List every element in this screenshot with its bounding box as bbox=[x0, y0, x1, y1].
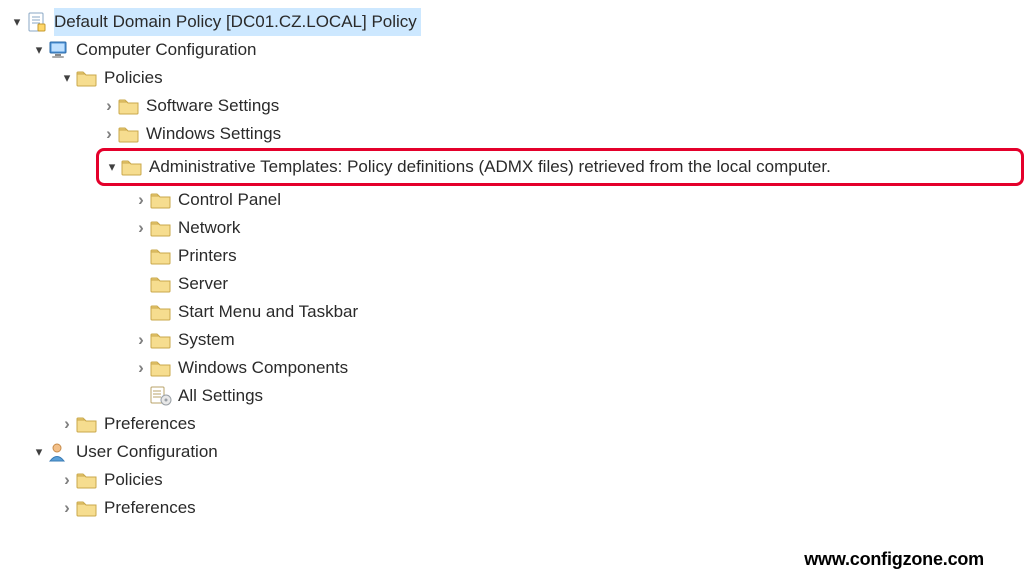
tree-label: Start Menu and Taskbar bbox=[178, 298, 362, 326]
expand-toggle[interactable] bbox=[132, 326, 150, 355]
folder-icon bbox=[150, 329, 172, 351]
policy-document-icon bbox=[26, 11, 48, 33]
computer-icon bbox=[48, 39, 70, 61]
tree-label: User Configuration bbox=[76, 438, 222, 466]
tree-item-preferences-user[interactable]: Preferences bbox=[8, 494, 1024, 522]
tree-label: System bbox=[178, 326, 239, 354]
expand-toggle[interactable] bbox=[100, 120, 118, 149]
tree-item-printers[interactable]: Printers bbox=[8, 242, 1024, 270]
expand-toggle[interactable] bbox=[132, 382, 150, 410]
folder-icon bbox=[121, 156, 143, 178]
folder-icon bbox=[76, 413, 98, 435]
folder-icon bbox=[150, 357, 172, 379]
tree-item-windows-settings[interactable]: Windows Settings bbox=[8, 120, 1024, 148]
folder-icon bbox=[76, 469, 98, 491]
tree-label: Network bbox=[178, 214, 244, 242]
expand-toggle[interactable] bbox=[132, 214, 150, 243]
expand-toggle[interactable] bbox=[132, 298, 150, 326]
tree-item-policies-user[interactable]: Policies bbox=[8, 466, 1024, 494]
folder-icon bbox=[118, 95, 140, 117]
tree-label: Default Domain Policy [DC01.CZ.LOCAL] Po… bbox=[54, 8, 421, 36]
tree-item-root[interactable]: Default Domain Policy [DC01.CZ.LOCAL] Po… bbox=[8, 8, 1024, 36]
tree-item-software-settings[interactable]: Software Settings bbox=[8, 92, 1024, 120]
tree-label: Policies bbox=[104, 466, 167, 494]
tree-item-system[interactable]: System bbox=[8, 326, 1024, 354]
folder-icon bbox=[118, 123, 140, 145]
user-icon bbox=[48, 441, 70, 463]
expand-toggle[interactable] bbox=[58, 64, 76, 92]
tree-label: Preferences bbox=[104, 410, 200, 438]
tree-label: Windows Settings bbox=[146, 120, 285, 148]
tree-item-preferences[interactable]: Preferences bbox=[8, 410, 1024, 438]
tree-item-windows-components[interactable]: Windows Components bbox=[8, 354, 1024, 382]
expand-toggle[interactable] bbox=[132, 242, 150, 270]
expand-toggle[interactable] bbox=[58, 410, 76, 439]
expand-toggle[interactable] bbox=[30, 438, 48, 466]
tree-label: Control Panel bbox=[178, 186, 285, 214]
folder-icon bbox=[150, 217, 172, 239]
expand-toggle[interactable] bbox=[30, 36, 48, 64]
tree-item-start-menu[interactable]: Start Menu and Taskbar bbox=[8, 298, 1024, 326]
folder-icon bbox=[76, 497, 98, 519]
expand-toggle[interactable] bbox=[100, 92, 118, 121]
expand-toggle[interactable] bbox=[132, 186, 150, 215]
tree-label: Administrative Templates: Policy definit… bbox=[149, 153, 835, 181]
expand-toggle[interactable] bbox=[132, 354, 150, 383]
tree-item-all-settings[interactable]: All Settings bbox=[8, 382, 1024, 410]
expand-toggle[interactable] bbox=[132, 270, 150, 298]
folder-icon bbox=[76, 67, 98, 89]
expand-toggle[interactable] bbox=[58, 494, 76, 523]
tree-label: Software Settings bbox=[146, 92, 283, 120]
settings-list-icon bbox=[150, 385, 172, 407]
tree-item-computer-configuration[interactable]: Computer Configuration bbox=[8, 36, 1024, 64]
folder-icon bbox=[150, 245, 172, 267]
expand-toggle[interactable] bbox=[58, 466, 76, 495]
folder-icon bbox=[150, 273, 172, 295]
tree-label: All Settings bbox=[178, 382, 267, 410]
tree-label: Windows Components bbox=[178, 354, 352, 382]
tree-item-network[interactable]: Network bbox=[8, 214, 1024, 242]
tree-label: Computer Configuration bbox=[76, 36, 260, 64]
tree-label: Preferences bbox=[104, 494, 200, 522]
expand-toggle[interactable] bbox=[103, 153, 121, 181]
tree-item-administrative-templates[interactable]: Administrative Templates: Policy definit… bbox=[96, 148, 1024, 186]
tree-item-control-panel[interactable]: Control Panel bbox=[8, 186, 1024, 214]
folder-icon bbox=[150, 189, 172, 211]
tree-item-server[interactable]: Server bbox=[8, 270, 1024, 298]
tree-item-user-configuration[interactable]: User Configuration bbox=[8, 438, 1024, 466]
tree-label: Server bbox=[178, 270, 232, 298]
folder-icon bbox=[150, 301, 172, 323]
tree-label: Printers bbox=[178, 242, 241, 270]
expand-toggle[interactable] bbox=[8, 8, 26, 36]
tree-label: Policies bbox=[104, 64, 167, 92]
watermark: www.configzone.com bbox=[804, 549, 984, 570]
tree-item-policies[interactable]: Policies bbox=[8, 64, 1024, 92]
